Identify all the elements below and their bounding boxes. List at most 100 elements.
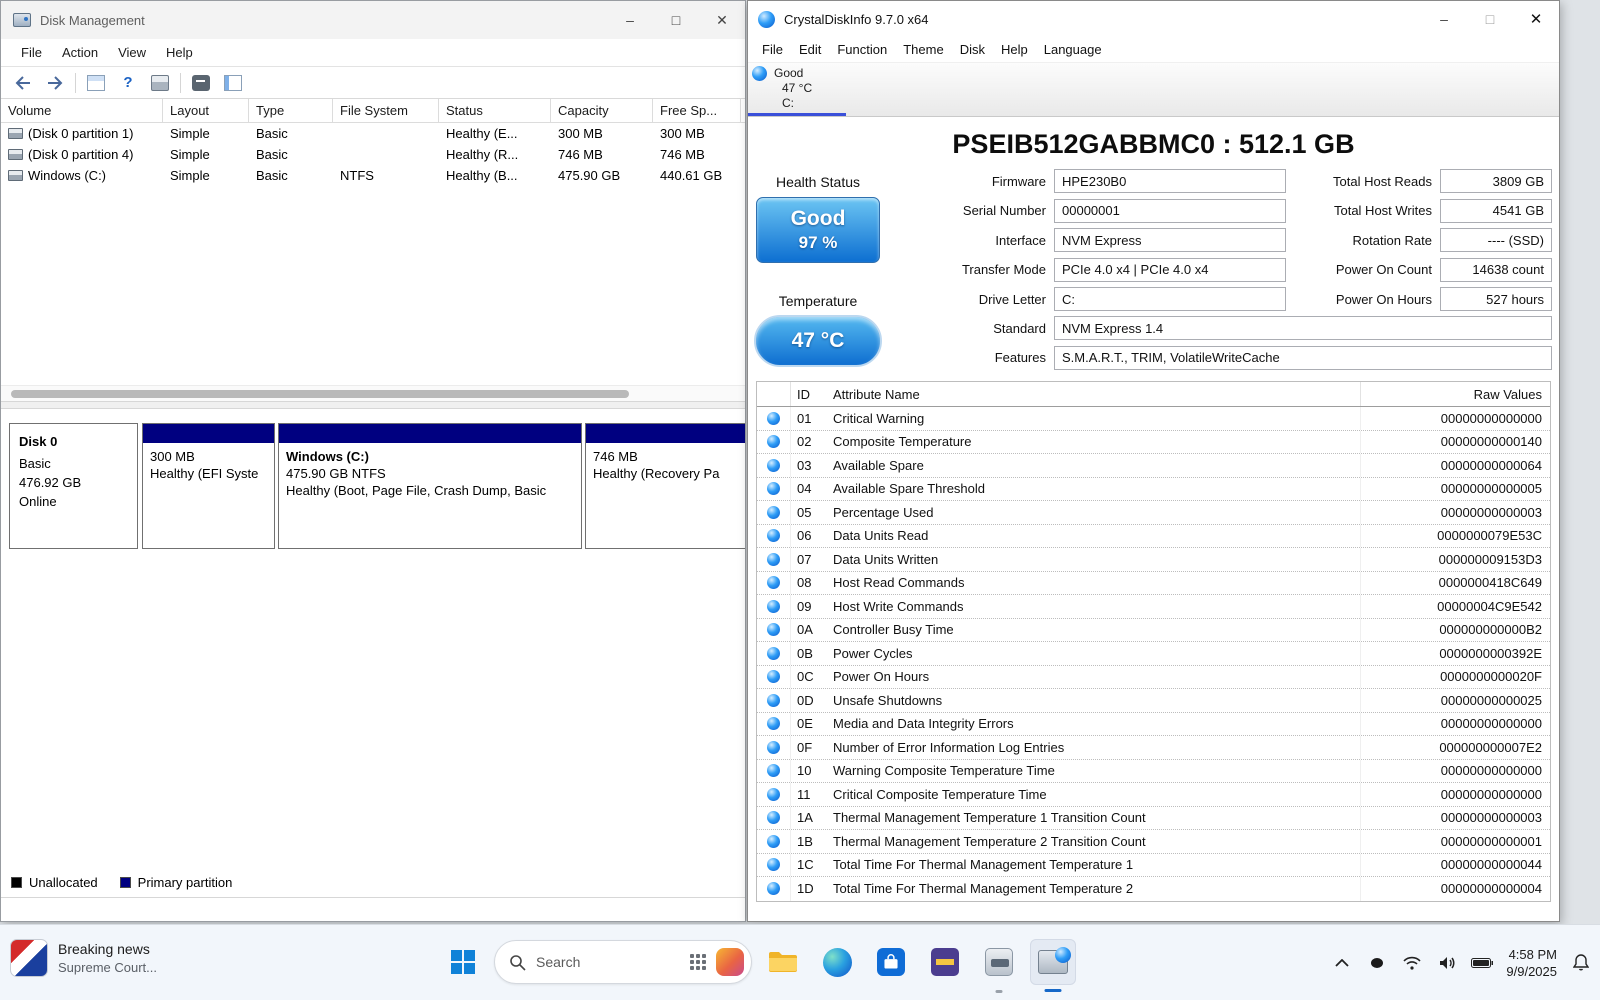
properties-button[interactable] <box>221 71 245 95</box>
cdi-menu-item[interactable]: Theme <box>895 39 951 60</box>
back-arrow-icon <box>15 76 31 90</box>
cdi-menu-item[interactable]: Disk <box>952 39 993 60</box>
dm-menu-item[interactable]: Help <box>156 41 203 64</box>
smart-row[interactable]: 0C Power On Hours 0000000000020F <box>757 666 1550 690</box>
smart-raw-value: 00000000000000 <box>1360 760 1550 783</box>
dm-menu-item[interactable]: File <box>11 41 52 64</box>
network-tray-icon[interactable] <box>1401 948 1423 978</box>
action-dialog-button[interactable] <box>189 71 213 95</box>
dm-column-header[interactable]: Layout <box>163 99 249 122</box>
smart-row[interactable]: 0A Controller Busy Time 000000000000B2 <box>757 619 1550 643</box>
dm-column-header[interactable]: Type <box>249 99 333 122</box>
smart-row[interactable]: 02 Composite Temperature 00000000000140 <box>757 431 1550 455</box>
smart-row[interactable]: 03 Available Spare 00000000000064 <box>757 454 1550 478</box>
forward-button[interactable] <box>43 71 67 95</box>
disk0-partitions: 300 MB Healthy (EFI Syste Windows (C:) 4… <box>142 423 745 549</box>
smart-header-raw[interactable]: Raw Values <box>1360 382 1550 406</box>
smart-row[interactable]: 1C Total Time For Thermal Management Tem… <box>757 854 1550 878</box>
volume-tray-icon[interactable] <box>1436 948 1458 978</box>
smart-header-name[interactable]: Attribute Name <box>827 387 1360 402</box>
dm-scrollbar-thumb[interactable] <box>11 390 629 398</box>
taskbar-app-disk-management[interactable] <box>976 939 1022 985</box>
news-widget[interactable]: Breaking news Supreme Court... <box>10 939 157 977</box>
search-box[interactable]: Search <box>494 940 752 984</box>
smart-header-id[interactable]: ID <box>791 387 827 402</box>
back-button[interactable] <box>11 71 35 95</box>
search-highlight-icon[interactable] <box>716 948 744 976</box>
health-status-button[interactable]: Good 97 % <box>756 197 880 263</box>
dm-menu-item[interactable]: View <box>108 41 156 64</box>
smart-status-cell <box>757 830 791 853</box>
chevron-up-icon <box>1335 959 1349 967</box>
dm-close-button[interactable]: ✕ <box>699 1 745 39</box>
dm-minimize-button[interactable]: – <box>607 1 653 39</box>
dm-maximize-button[interactable]: □ <box>653 1 699 39</box>
dm-menu-item[interactable]: Action <box>52 41 108 64</box>
smart-row[interactable]: 0F Number of Error Information Log Entri… <box>757 736 1550 760</box>
hidden-icons-button[interactable] <box>1331 948 1353 978</box>
help-icon: ? <box>123 74 132 91</box>
console-tree-button[interactable] <box>84 71 108 95</box>
start-button[interactable] <box>440 939 486 985</box>
dm-column-header[interactable]: Status <box>439 99 551 122</box>
smart-row[interactable]: 10 Warning Composite Temperature Time 00… <box>757 760 1550 784</box>
smart-row[interactable]: 01 Critical Warning 00000000000000 <box>757 407 1550 431</box>
disk-view-icon <box>151 75 169 91</box>
smart-row[interactable]: 1B Thermal Management Temperature 2 Tran… <box>757 830 1550 854</box>
cdi-close-button[interactable]: ✕ <box>1513 1 1559 37</box>
cdi-menu-item[interactable]: Language <box>1036 39 1110 60</box>
partition-block[interactable]: Windows (C:) 475.90 GB NTFS Healthy (Boo… <box>278 423 582 549</box>
cdi-menu-item[interactable]: Edit <box>791 39 829 60</box>
cdi-minimize-button[interactable]: – <box>1421 1 1467 37</box>
disk-view-button[interactable] <box>148 71 172 95</box>
disk-management-titlebar[interactable]: Disk Management – □ ✕ <box>1 1 745 39</box>
smart-row[interactable]: 08 Host Read Commands 0000000418C649 <box>757 572 1550 596</box>
smart-row[interactable]: 07 Data Units Written 000000009153D3 <box>757 548 1550 572</box>
smart-row[interactable]: 09 Host Write Commands 00000004C9E542 <box>757 595 1550 619</box>
smart-row[interactable]: 1A Thermal Management Temperature 1 Tran… <box>757 807 1550 831</box>
dm-column-header[interactable]: Volume <box>1 99 163 122</box>
smart-row[interactable]: 06 Data Units Read 0000000079E53C <box>757 525 1550 549</box>
dm-column-header[interactable]: File System <box>333 99 439 122</box>
field-label: Serial Number <box>888 199 1054 223</box>
keypad-icon[interactable] <box>690 954 706 970</box>
taskbar-app-file-explorer[interactable] <box>760 939 806 985</box>
smart-row[interactable]: 0D Unsafe Shutdowns 00000000000025 <box>757 689 1550 713</box>
cdi-titlebar[interactable]: CrystalDiskInfo 9.7.0 x64 – □ ✕ <box>748 1 1559 37</box>
volume-row[interactable]: (Disk 0 partition 1) Simple Basic Health… <box>1 123 745 144</box>
smart-row[interactable]: 04 Available Spare Threshold 00000000000… <box>757 478 1550 502</box>
partition-block[interactable]: 746 MB Healthy (Recovery Pa <box>585 423 745 549</box>
field-label: Power On Count <box>1308 258 1440 282</box>
smart-row[interactable]: 0B Power Cycles 0000000000392E <box>757 642 1550 666</box>
cdi-menu-item[interactable]: Function <box>829 39 895 60</box>
smart-row[interactable]: 1D Total Time For Thermal Management Tem… <box>757 877 1550 901</box>
volume-row[interactable]: (Disk 0 partition 4) Simple Basic Health… <box>1 144 745 165</box>
help-button[interactable]: ? <box>116 71 140 95</box>
partition-block[interactable]: 300 MB Healthy (EFI Syste <box>142 423 275 549</box>
smart-row[interactable]: 0E Media and Data Integrity Errors 00000… <box>757 713 1550 737</box>
pen-tray-icon[interactable] <box>1366 948 1388 978</box>
dm-horizontal-scrollbar[interactable] <box>1 385 745 401</box>
taskbar-app-edge[interactable] <box>814 939 860 985</box>
dm-column-header[interactable]: Free Sp... <box>653 99 741 122</box>
taskbar-app-cpuz[interactable] <box>922 939 968 985</box>
dm-pane-splitter[interactable] <box>1 401 745 409</box>
taskbar-app-crystaldiskinfo[interactable] <box>1030 939 1076 985</box>
cdi-menu-item[interactable]: File <box>754 39 791 60</box>
partition-title: Windows (C:) <box>286 448 574 465</box>
disk0-info-box[interactable]: Disk 0 Basic 476.92 GB Online <box>9 423 138 549</box>
cdi-menu-item[interactable]: Help <box>993 39 1036 60</box>
cdi-maximize-button[interactable]: □ <box>1467 1 1513 37</box>
taskbar-app-store[interactable] <box>868 939 914 985</box>
temperature-button[interactable]: 47 °C <box>754 315 882 367</box>
volume-row[interactable]: Windows (C:) Simple Basic NTFS Healthy (… <box>1 165 745 186</box>
taskbar-clock[interactable]: 4:58 PM 9/9/2025 <box>1506 946 1557 980</box>
notification-center-button[interactable] <box>1570 948 1592 978</box>
drive-selector-item[interactable]: Good 47 °C C: <box>752 66 848 111</box>
smart-row[interactable]: 11 Critical Composite Temperature Time 0… <box>757 783 1550 807</box>
smart-row[interactable]: 05 Percentage Used 00000000000003 <box>757 501 1550 525</box>
dm-column-header[interactable]: Capacity <box>551 99 653 122</box>
battery-tray-icon[interactable] <box>1471 948 1493 978</box>
dm-volume-table-body: (Disk 0 partition 1) Simple Basic Health… <box>1 123 745 186</box>
cdi-fields-right: Total Host Reads 3809 GB Total Host Writ… <box>1308 169 1552 317</box>
